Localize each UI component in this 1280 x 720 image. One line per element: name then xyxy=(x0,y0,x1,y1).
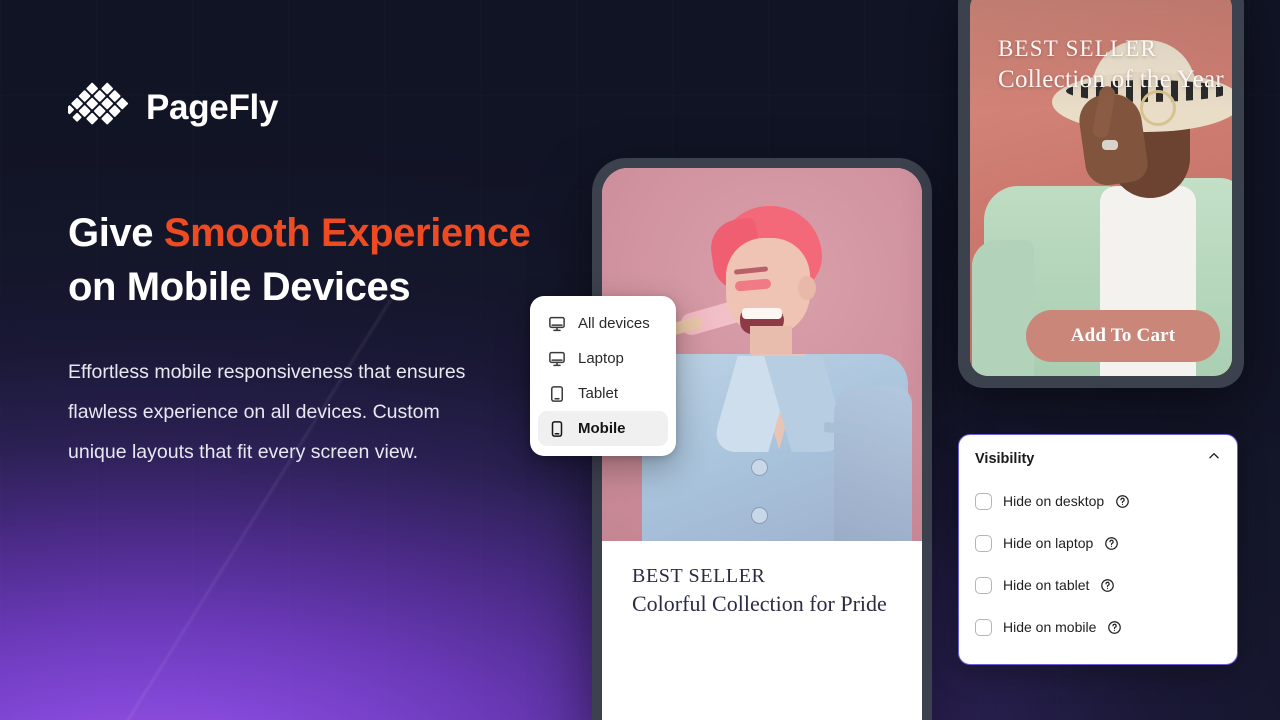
device-option-tablet[interactable]: Tablet xyxy=(538,376,668,411)
add-to-cart-button[interactable]: Add To Cart xyxy=(1026,310,1220,362)
checkbox-hide-on-laptop[interactable] xyxy=(975,534,992,552)
visibility-option-hide-on-desktop[interactable]: Hide on desktop xyxy=(975,480,1221,522)
phone-caption-line-2: Colorful Collection for Pride xyxy=(632,591,887,616)
help-circle-icon[interactable] xyxy=(1107,620,1122,635)
headline-part-2: on Mobile Devices xyxy=(68,265,411,309)
phone-caption: BEST SELLER Colorful Collection for Prid… xyxy=(602,541,922,720)
visibility-panel-header[interactable]: Visibility xyxy=(975,449,1221,468)
help-circle-icon[interactable] xyxy=(1104,536,1119,551)
visibility-option-hide-on-tablet[interactable]: Hide on tablet xyxy=(975,564,1221,606)
visibility-option-label: Hide on mobile xyxy=(1003,619,1097,635)
checkbox-hide-on-mobile[interactable] xyxy=(975,618,992,636)
desktop-monitor-icon xyxy=(548,315,566,333)
visibility-option-label: Hide on tablet xyxy=(1003,577,1090,593)
product-card-title-line-2: Collection of the Year xyxy=(998,66,1225,93)
product-card-screen: BEST SELLER Collection of the Year Add T… xyxy=(970,0,1232,376)
product-card-title-line-1: BEST SELLER xyxy=(998,36,1158,61)
hero-description: Effortless mobile responsiveness that en… xyxy=(68,361,466,463)
chevron-up-icon[interactable] xyxy=(1207,449,1221,468)
checkbox-hide-on-desktop[interactable] xyxy=(975,492,992,510)
device-option-label: Mobile xyxy=(578,420,626,437)
visibility-option-hide-on-laptop[interactable]: Hide on laptop xyxy=(975,522,1221,564)
visibility-panel: Visibility Hide on desktop Hide on lapto… xyxy=(958,434,1238,665)
phone-caption-line-1: BEST SELLER xyxy=(632,565,766,587)
product-card-preview: BEST SELLER Collection of the Year Add T… xyxy=(958,0,1244,388)
visibility-option-hide-on-mobile[interactable]: Hide on mobile xyxy=(975,606,1221,648)
brand-logo[interactable]: PageFly xyxy=(68,76,278,138)
visibility-option-label: Hide on laptop xyxy=(1003,535,1094,551)
visibility-options-list: Hide on desktop Hide on laptop Hide on t… xyxy=(975,480,1221,648)
help-circle-icon[interactable] xyxy=(1100,578,1115,593)
device-option-label: Tablet xyxy=(578,385,619,402)
brand-name: PageFly xyxy=(146,87,279,127)
pagefly-diamond-logo-icon xyxy=(68,76,130,138)
help-circle-icon[interactable] xyxy=(1115,494,1130,509)
visibility-panel-title: Visibility xyxy=(975,450,1035,467)
laptop-monitor-icon xyxy=(548,350,566,368)
device-selector-dropdown[interactable]: All devices Laptop Tablet Mobile xyxy=(530,296,676,456)
tablet-icon xyxy=(548,385,566,403)
visibility-option-label: Hide on desktop xyxy=(1003,493,1105,509)
device-option-label: Laptop xyxy=(578,350,624,367)
checkbox-hide-on-tablet[interactable] xyxy=(975,576,992,594)
headline-accent: Smooth Experience xyxy=(163,211,531,255)
device-option-laptop[interactable]: Laptop xyxy=(538,341,668,376)
headline-part-1: Give xyxy=(68,211,164,255)
hero-banner: PageFly Give Smooth Experience on Mobile… xyxy=(0,0,1280,720)
mobile-phone-icon xyxy=(548,420,566,438)
device-option-mobile[interactable]: Mobile xyxy=(538,411,668,446)
device-option-label: All devices xyxy=(578,315,650,332)
device-option-all-devices[interactable]: All devices xyxy=(538,306,668,341)
page-title: Give Smooth Experience on Mobile Devices xyxy=(68,206,608,314)
